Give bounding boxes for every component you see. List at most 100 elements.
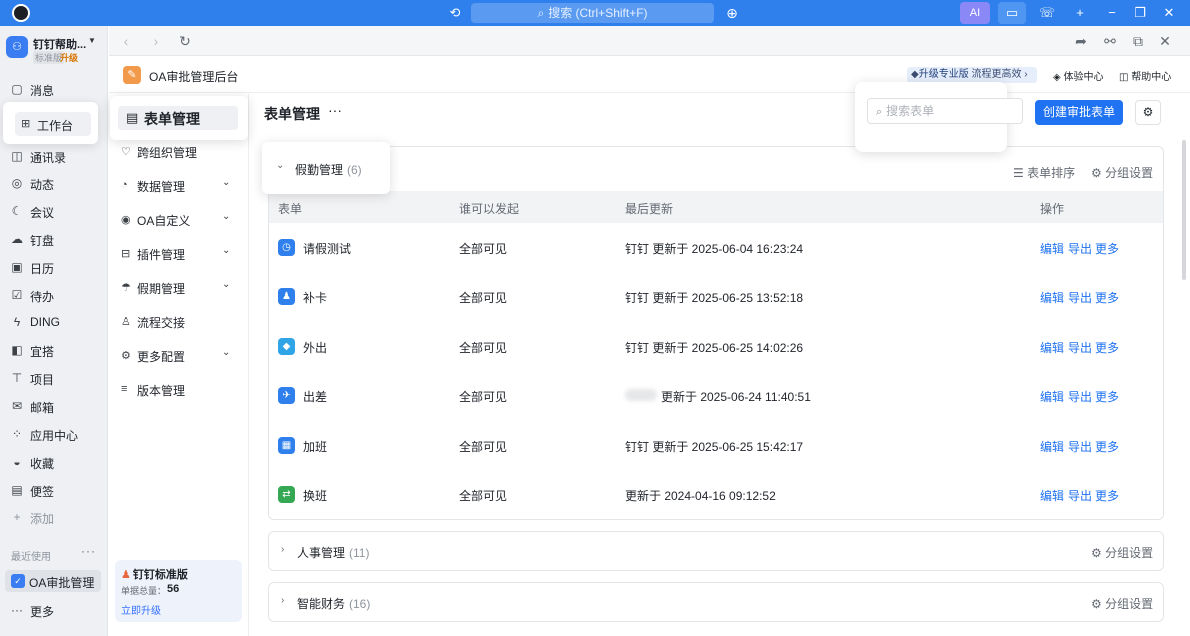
scrollbar[interactable]: [1182, 140, 1186, 280]
edit-link[interactable]: 编辑: [1040, 339, 1064, 356]
nav-item-yida[interactable]: ◧ 宜搭: [0, 337, 108, 365]
page-title: 表单管理: [264, 106, 320, 122]
more-link[interactable]: 更多: [1095, 240, 1119, 257]
help-center-link[interactable]: ◫ 帮助中心: [1119, 68, 1171, 83]
export-link[interactable]: 导出: [1068, 388, 1092, 405]
screen-icon[interactable]: ▭: [998, 2, 1026, 24]
group-card-finance[interactable]: › 智能财务 (16) ⚙ 分组设置: [268, 582, 1164, 622]
more-options-icon[interactable]: ···: [328, 102, 342, 118]
phone-icon[interactable]: ☏: [1033, 2, 1061, 24]
back-icon[interactable]: ‹: [117, 32, 135, 50]
table-row[interactable]: ♟ 补卡 全部可见 钉钉 更新于 2025-06-25 13:52:18 编辑 …: [269, 273, 1163, 322]
share-icon[interactable]: ➦: [1072, 32, 1090, 50]
sidenav-item-more-config[interactable]: ⚙ 更多配置 ⌄: [109, 344, 249, 368]
form-search-input[interactable]: ⌕ 搜索表单: [867, 98, 1023, 124]
sidenav-item-holiday[interactable]: ☂ 假期管理 ⌄: [109, 276, 249, 300]
chevron-down-icon: ⌄: [276, 160, 285, 171]
recent-app-oa[interactable]: ✓ OA审批管理: [5, 570, 101, 592]
upgrade-promo-banner[interactable]: ◆升级专业版 流程更高效 ›: [907, 67, 1037, 83]
group-card-hr[interactable]: › 人事管理 (11) ⚙ 分组设置: [268, 531, 1164, 571]
add-app-icon[interactable]: ⊕: [722, 3, 742, 23]
history-icon[interactable]: ⟲: [446, 4, 464, 22]
title-bar: ⟲ ⌕ 搜索 (Ctrl+Shift+F) ⊕ AI ▭ ☏ + − ❐ ✕: [0, 0, 1190, 26]
group-settings-button[interactable]: ⚙ 分组设置: [1091, 544, 1153, 561]
edit-link[interactable]: 编辑: [1040, 289, 1064, 306]
link-icon[interactable]: ⚯: [1101, 32, 1119, 50]
nav-item-project[interactable]: ⊤ 项目: [0, 365, 108, 393]
nav-item-meeting[interactable]: ☾ 会议: [0, 198, 108, 226]
more-link[interactable]: 更多: [1095, 487, 1119, 504]
export-link[interactable]: 导出: [1068, 289, 1092, 306]
chevron-down-icon: ⌄: [222, 177, 231, 188]
settings-gear-button[interactable]: ⚙: [1135, 100, 1161, 125]
custom-icon: ◉: [121, 214, 131, 226]
form-sort-button[interactable]: ☰ 表单排序: [1013, 164, 1075, 181]
export-link[interactable]: 导出: [1068, 240, 1092, 257]
table-row[interactable]: ▦ 加班 全部可见 钉钉 更新于 2025-06-25 15:42:17 编辑 …: [269, 422, 1163, 471]
export-link[interactable]: 导出: [1068, 438, 1092, 455]
nav-item-todo[interactable]: ☑ 待办: [0, 282, 108, 310]
group-settings-button[interactable]: ⚙ 分组设置: [1091, 595, 1153, 612]
nav-item-mail[interactable]: ✉ 邮箱: [0, 393, 108, 421]
edition-card: ♟ 钉钉标准版 单据总量： 56 立即升级: [115, 560, 242, 622]
edit-link[interactable]: 编辑: [1040, 438, 1064, 455]
nav-item-ding[interactable]: ϟ DING: [0, 309, 108, 337]
more-link[interactable]: 更多: [1095, 388, 1119, 405]
restore-icon[interactable]: ❐: [1126, 2, 1154, 24]
ai-button[interactable]: AI: [960, 2, 990, 24]
org-switcher[interactable]: ⚇ 钉钉帮助... ▼ 标准版 升级: [6, 34, 104, 64]
nav-item-contacts[interactable]: ◫ 通讯录: [0, 143, 108, 171]
recent-more-icon[interactable]: ···: [81, 544, 96, 558]
table-row[interactable]: ⇄ 换班 全部可见 更新于 2024-04-16 09:12:52 编辑 导出 …: [269, 471, 1163, 520]
reload-icon[interactable]: ↻: [176, 32, 194, 50]
nav-item-add[interactable]: + 添加: [0, 504, 108, 532]
more-link[interactable]: 更多: [1095, 289, 1119, 306]
nav-item-more[interactable]: ··· 更多: [0, 597, 108, 625]
page-header: ✎ OA审批管理后台 ◆升级专业版 流程更高效 › ◈ 体验中心 ◫ 帮助中心: [109, 57, 1190, 93]
minimize-icon[interactable]: −: [1098, 2, 1126, 24]
plus-icon[interactable]: +: [1066, 2, 1094, 24]
export-link[interactable]: 导出: [1068, 339, 1092, 356]
group-count: (6): [347, 163, 362, 177]
sidenav-item-version[interactable]: ≡ 版本管理: [109, 378, 249, 402]
export-link[interactable]: 导出: [1068, 487, 1092, 504]
create-form-button[interactable]: 创建审批表单: [1035, 100, 1123, 125]
search-icon: ⌕: [876, 106, 883, 118]
more-link[interactable]: 更多: [1095, 438, 1119, 455]
nav-item-drive[interactable]: ☁ 钉盘: [0, 226, 108, 254]
table-row[interactable]: ◆ 外出 全部可见 钉钉 更新于 2025-06-25 14:02:26 编辑 …: [269, 323, 1163, 372]
upgrade-link[interactable]: 升级: [60, 51, 78, 64]
edit-link[interactable]: 编辑: [1040, 487, 1064, 504]
forward-icon[interactable]: ›: [147, 32, 165, 50]
nav-item-notes[interactable]: ▤ 便签: [0, 477, 108, 505]
close-icon[interactable]: ✕: [1156, 32, 1174, 50]
group-settings-button[interactable]: ⚙ 分组设置: [1091, 164, 1153, 181]
sidenav-item-data[interactable]: ◔ 数据管理 ⌄: [109, 174, 249, 198]
close-window-icon[interactable]: ✕: [1155, 2, 1183, 24]
nav-item-app-center[interactable]: ⁘ 应用中心: [0, 421, 108, 449]
nav-item-messages[interactable]: ▢ 消息: [0, 76, 108, 104]
more-icon: ···: [11, 603, 23, 617]
edit-link[interactable]: 编辑: [1040, 388, 1064, 405]
global-search[interactable]: ⌕ 搜索 (Ctrl+Shift+F): [471, 3, 714, 23]
upgrade-now-link[interactable]: 立即升级: [121, 602, 161, 617]
table-row[interactable]: ◷ 请假测试 全部可见 钉钉 更新于 2025-06-04 16:23:24 编…: [269, 224, 1163, 273]
project-icon: ⊤: [11, 371, 23, 385]
group-toggle-attendance[interactable]: ⌄ 假勤管理 (6): [262, 142, 390, 194]
nav-item-workbench[interactable]: ⊞ 工作台: [3, 102, 98, 144]
nav-item-activity[interactable]: ◎ 动态: [0, 170, 108, 198]
sidenav-item-cross-org[interactable]: ♡ 跨组织管理: [109, 140, 249, 164]
doc-count-value: 56: [167, 583, 180, 595]
open-new-window-icon[interactable]: ⧉: [1129, 32, 1147, 50]
sidenav-item-forms[interactable]: ▤ 表单管理: [110, 96, 248, 140]
edit-link[interactable]: 编辑: [1040, 240, 1064, 257]
table-row[interactable]: ✈ 出差 全部可见 更新于 2025-06-24 11:40:51 编辑 导出 …: [269, 372, 1163, 421]
nav-item-favorites[interactable]: ◒ 收藏: [0, 449, 108, 477]
sidenav-item-oa-custom[interactable]: ◉ OA自定义 ⌄: [109, 208, 249, 232]
sidenav-item-handover[interactable]: ♙ 流程交接: [109, 310, 249, 334]
nav-item-calendar[interactable]: ▣ 日历: [0, 254, 108, 282]
sidenav-item-plugins[interactable]: ⊟ 插件管理 ⌄: [109, 242, 249, 266]
experience-center-link[interactable]: ◈ 体验中心: [1053, 68, 1103, 83]
more-link[interactable]: 更多: [1095, 339, 1119, 356]
edition-icon: ♟: [121, 569, 131, 581]
